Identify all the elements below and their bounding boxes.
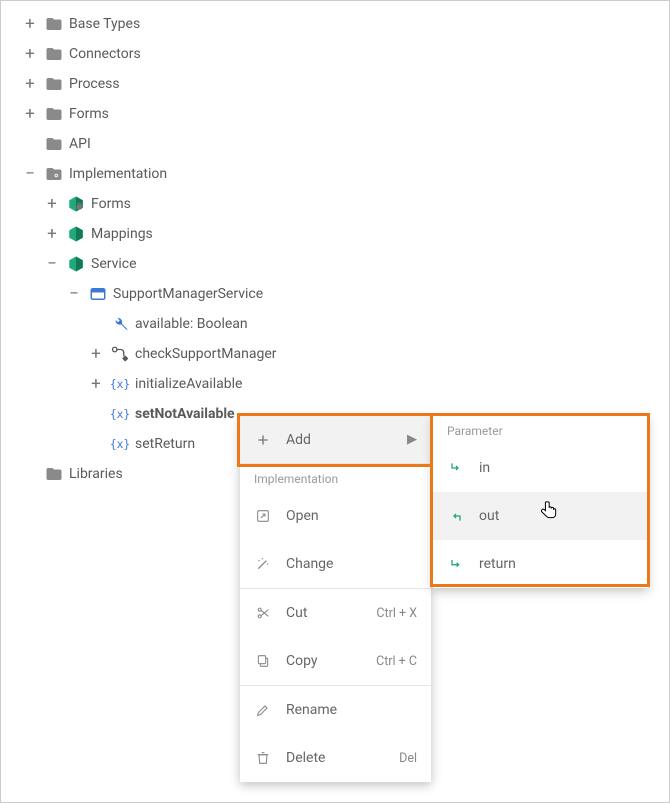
- folder-icon: [45, 465, 63, 483]
- expand-icon[interactable]: +: [43, 195, 61, 213]
- scissors-icon: [254, 604, 272, 622]
- expand-icon[interactable]: +: [87, 375, 105, 393]
- expand-icon[interactable]: +: [43, 225, 61, 243]
- tree-label: Libraries: [69, 466, 123, 482]
- tree-label: Service: [91, 256, 137, 272]
- tree-label: setNotAvailable: [135, 406, 235, 422]
- plus-icon: [254, 431, 272, 449]
- folder-icon: [45, 45, 63, 63]
- context-submenu: Parameter in out return: [433, 416, 648, 588]
- tree-item-service[interactable]: − Service: [3, 249, 669, 279]
- menu-delete[interactable]: Delete Del: [240, 734, 431, 782]
- submenu-return[interactable]: return: [433, 540, 648, 588]
- trash-icon: [254, 749, 272, 767]
- menu-label: Copy: [286, 653, 362, 669]
- arrow-in-icon: [447, 459, 465, 477]
- tree-item-support-manager-service[interactable]: − SupportManagerService: [3, 279, 669, 309]
- collapse-icon[interactable]: −: [43, 255, 61, 273]
- menu-label: Delete: [286, 750, 385, 766]
- tree-label: checkSupportManager: [135, 346, 277, 362]
- tree-label: Mappings: [91, 226, 153, 242]
- menu-label: in: [479, 460, 634, 476]
- tree-item-initialize-available[interactable]: + {x} initializeAvailable: [3, 369, 669, 399]
- folder-gear-icon: [45, 165, 63, 183]
- package-icon: [67, 225, 85, 243]
- folder-icon: [45, 135, 63, 153]
- menu-label: Add: [286, 432, 393, 448]
- menu-label: Open: [286, 508, 417, 524]
- tree-item-forms[interactable]: + Forms: [3, 189, 669, 219]
- tree-label: available: Boolean: [135, 316, 248, 332]
- service-icon: [89, 285, 107, 303]
- tree-label: Forms: [91, 196, 131, 212]
- menu-label: Cut: [286, 605, 362, 621]
- submenu-out[interactable]: out: [433, 492, 648, 540]
- tree-item-api[interactable]: + API: [3, 129, 669, 159]
- menu-copy[interactable]: Copy Ctrl + C: [240, 637, 431, 685]
- menu-shortcut: Ctrl + X: [376, 606, 417, 621]
- expand-icon[interactable]: +: [87, 345, 105, 363]
- tree-label: SupportManagerService: [113, 286, 263, 302]
- braces-icon: {x}: [111, 375, 129, 393]
- tree-item-process[interactable]: + Process: [3, 69, 669, 99]
- flow-icon: [111, 345, 129, 363]
- pencil-icon: [254, 701, 272, 719]
- collapse-icon[interactable]: −: [65, 285, 83, 303]
- tree-label: Connectors: [69, 46, 141, 62]
- menu-section-header: Implementation: [240, 464, 431, 492]
- folder-icon: [45, 75, 63, 93]
- svg-text:{x}: {x}: [111, 408, 129, 421]
- wrench-icon: [111, 315, 129, 333]
- wand-icon: [254, 555, 272, 573]
- menu-cut[interactable]: Cut Ctrl + X: [240, 589, 431, 637]
- tree-label: Implementation: [69, 166, 167, 182]
- menu-add[interactable]: Add ▶: [240, 416, 431, 464]
- arrow-return-icon: [447, 555, 465, 573]
- menu-rename[interactable]: Rename: [240, 686, 431, 734]
- tree-item-check-support-manager[interactable]: + checkSupportManager: [3, 339, 669, 369]
- menu-change[interactable]: Change: [240, 540, 431, 588]
- menu-shortcut: Ctrl + C: [376, 654, 417, 669]
- braces-icon: {x}: [111, 435, 129, 453]
- tree-item-connectors[interactable]: + Connectors: [3, 39, 669, 69]
- tree-item-available[interactable]: + available: Boolean: [3, 309, 669, 339]
- menu-label: out: [479, 508, 634, 524]
- package-icon: [67, 255, 85, 273]
- open-icon: [254, 507, 272, 525]
- collapse-icon[interactable]: −: [21, 165, 39, 183]
- folder-icon: [45, 15, 63, 33]
- menu-label: Rename: [286, 702, 417, 718]
- expand-icon[interactable]: +: [21, 105, 39, 123]
- menu-open[interactable]: Open: [240, 492, 431, 540]
- folder-icon: [45, 105, 63, 123]
- tree-label: Process: [69, 76, 120, 92]
- tree-item-mappings[interactable]: + Mappings: [3, 219, 669, 249]
- svg-text:{x}: {x}: [111, 438, 129, 451]
- copy-icon: [254, 652, 272, 670]
- tree-label: Forms: [69, 106, 109, 122]
- package-lock-icon: [67, 195, 85, 213]
- tree-label: setReturn: [135, 436, 195, 452]
- context-menu: Add ▶ Implementation Open Change Cut Ctr…: [240, 416, 431, 782]
- tree-item-forms-top[interactable]: + Forms: [3, 99, 669, 129]
- tree-label: Base Types: [69, 16, 140, 32]
- submenu-header: Parameter: [433, 416, 648, 444]
- braces-icon: {x}: [111, 405, 129, 423]
- tree-label: API: [69, 136, 91, 152]
- tree-item-base-types[interactable]: + Base Types: [3, 9, 669, 39]
- tree-item-implementation[interactable]: − Implementation: [3, 159, 669, 189]
- arrow-out-icon: [447, 507, 465, 525]
- menu-label: return: [479, 556, 634, 572]
- chevron-right-icon: ▶: [407, 432, 417, 447]
- expand-icon[interactable]: +: [21, 45, 39, 63]
- tree-label: initializeAvailable: [135, 376, 242, 392]
- svg-text:{x}: {x}: [111, 378, 129, 391]
- expand-icon[interactable]: +: [21, 15, 39, 33]
- expand-icon[interactable]: +: [21, 75, 39, 93]
- menu-shortcut: Del: [399, 751, 417, 766]
- submenu-in[interactable]: in: [433, 444, 648, 492]
- menu-label: Change: [286, 556, 417, 572]
